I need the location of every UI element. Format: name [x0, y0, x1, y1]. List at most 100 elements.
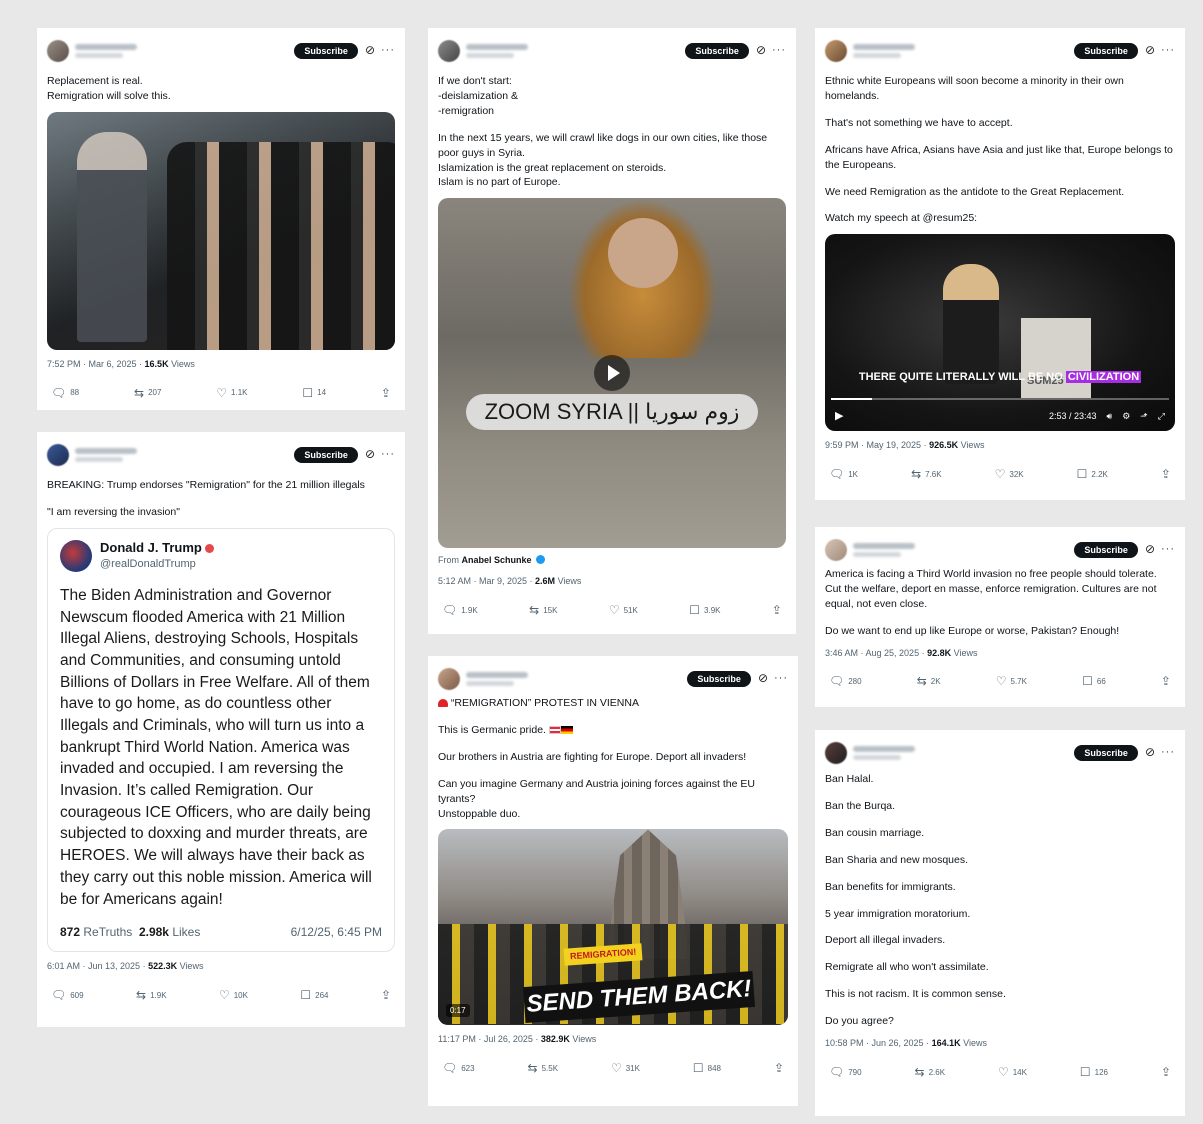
grok-icon[interactable]: ⊘ [1145, 541, 1155, 558]
quoted-truth-post[interactable]: Donald J. Trump @realDonaldTrump The Bid… [47, 527, 395, 953]
source-author[interactable]: Anabel Schunke [462, 555, 532, 565]
post-time[interactable]: 7:52 PM · Mar 6, 2025 · [47, 359, 145, 369]
repost-button[interactable]: ⇆ 2K [917, 673, 941, 690]
share-icon: ⇪ [380, 385, 391, 400]
post-video[interactable]: REMIGRATION! SEND THEM BACK! 0:17 [438, 829, 788, 1026]
reply-count: 1.9K [461, 605, 478, 615]
views-label: Views [960, 1038, 987, 1049]
reply-button[interactable]: 🗨︎ 1.9K [442, 602, 478, 619]
bookmark-button[interactable]: ☐ 66 [1082, 673, 1106, 690]
share-button[interactable]: ⇪ [772, 602, 782, 619]
bookmark-button[interactable]: ☐ 3.9K [689, 602, 720, 619]
avatar[interactable] [438, 40, 460, 62]
post-line: Can you imagine Germany and Austria join… [438, 777, 755, 820]
post-time[interactable]: 10:58 PM · Jun 26, 2025 · [825, 1038, 932, 1048]
subscribe-button[interactable]: Subscribe [1074, 542, 1138, 558]
bookmark-button[interactable]: ☐ 264 [300, 987, 328, 1004]
post-time[interactable]: 11:17 PM · Jul 26, 2025 · [438, 1034, 541, 1044]
like-button[interactable]: ♡ 1.1K [216, 385, 247, 402]
reply-button[interactable]: 🗨︎ 790 [829, 1064, 862, 1081]
post-time[interactable]: 3:46 AM · Aug 25, 2025 · [825, 648, 927, 658]
repost-button[interactable]: ⇆ 7.6K [911, 466, 942, 483]
like-button[interactable]: ♡ 14K [998, 1064, 1027, 1081]
reply-button[interactable]: 🗨︎ 280 [829, 673, 862, 690]
share-button[interactable]: ⇪ [1161, 466, 1171, 483]
share-icon: ⇪ [380, 987, 391, 1002]
repost-button[interactable]: ⇆ 207 [134, 385, 161, 402]
post-time[interactable]: 5:12 AM · Mar 9, 2025 · [438, 576, 535, 586]
subscribe-button[interactable]: Subscribe [685, 43, 749, 59]
grok-icon[interactable]: ⊘ [758, 670, 768, 687]
reply-button[interactable]: 🗨︎ 623 [442, 1060, 475, 1077]
share-button[interactable]: ⇪ [774, 1060, 784, 1077]
bookmark-button[interactable]: ☐ 2.2K [1077, 466, 1108, 483]
like-button[interactable]: ♡ 10K [219, 987, 248, 1004]
share-button[interactable]: ⇪ [381, 385, 391, 402]
share-button[interactable]: ⇪ [381, 987, 391, 1004]
reply-icon: 🗨︎ [442, 1061, 458, 1076]
more-icon[interactable]: ··· [774, 671, 788, 687]
subscribe-button[interactable]: Subscribe [294, 447, 358, 463]
more-icon[interactable]: ··· [1161, 542, 1175, 558]
subscribe-button[interactable]: Subscribe [687, 671, 751, 687]
like-button[interactable]: ♡ 5.7K [996, 673, 1027, 690]
more-icon[interactable]: ··· [1161, 745, 1175, 761]
heart-icon: ♡ [218, 987, 230, 1002]
post-video[interactable]: ZOOM SYRIA || زوم سوريا [438, 198, 786, 549]
post-time[interactable]: 9:59 PM · May 19, 2025 · [825, 440, 929, 450]
reply-button[interactable]: 🗨︎ 88 [51, 385, 79, 402]
more-icon[interactable]: ··· [381, 43, 395, 59]
grok-icon[interactable]: ⊘ [756, 42, 766, 59]
post-image[interactable] [47, 111, 395, 350]
avatar[interactable] [438, 668, 460, 690]
post-line: “REMIGRATION” PROTEST IN VIENNA [438, 696, 788, 711]
subscribe-button[interactable]: Subscribe [1074, 745, 1138, 761]
repost-button[interactable]: ⇆ 15K [529, 602, 557, 619]
like-button[interactable]: ♡ 31K [611, 1060, 640, 1077]
post-video[interactable]: SUM25 THERE QUITE LITERALLY WILL BE NO C… [825, 234, 1175, 432]
reply-button[interactable]: 🗨︎ 1K [829, 466, 858, 483]
reply-button[interactable]: 🗨︎ 609 [51, 987, 84, 1004]
subscribe-button[interactable]: Subscribe [1074, 43, 1138, 59]
view-count: 164.1K [931, 1038, 961, 1049]
settings-icon[interactable]: ⚙ [1122, 410, 1130, 423]
author-names-blurred [75, 44, 294, 58]
more-icon[interactable]: ··· [772, 43, 786, 59]
author-names-blurred [466, 44, 685, 58]
post-time[interactable]: 6:01 AM · Jun 13, 2025 · [47, 961, 148, 971]
grok-icon[interactable]: ⊘ [1145, 744, 1155, 761]
play-icon[interactable]: ▶ [835, 409, 843, 425]
post-paragraph: That's not something we have to accept. [825, 116, 1013, 129]
avatar[interactable] [47, 40, 69, 62]
like-button[interactable]: ♡ 32K [995, 466, 1024, 483]
pip-icon[interactable]: ⬏ [1140, 410, 1148, 423]
bookmark-button[interactable]: ☐ 848 [693, 1060, 721, 1077]
share-button[interactable]: ⇪ [1161, 1064, 1171, 1081]
repost-button[interactable]: ⇆ 1.9K [136, 987, 167, 1004]
video-time: 2:53 / 23:43 [1048, 410, 1097, 421]
bookmark-icon: ☐ [1079, 1064, 1091, 1079]
grok-icon[interactable]: ⊘ [1145, 42, 1155, 59]
repost-icon: ⇆ [134, 385, 145, 400]
avatar[interactable] [47, 444, 69, 466]
video-progress-bar[interactable] [831, 398, 1169, 401]
fullscreen-icon[interactable]: ⤢ [1158, 410, 1165, 423]
more-icon[interactable]: ··· [1161, 43, 1175, 59]
more-icon[interactable]: ··· [381, 447, 395, 463]
post-line: Ban the Burqa. [825, 799, 896, 812]
volume-icon[interactable]: 🔊︎ [1107, 410, 1113, 423]
like-button[interactable]: ♡ 51K [609, 602, 638, 619]
grok-icon[interactable]: ⊘ [365, 446, 375, 463]
bookmark-button[interactable]: ☐ 126 [1080, 1064, 1108, 1081]
post-line: Remigrate all who won't assimilate. [825, 961, 989, 974]
avatar[interactable] [825, 742, 847, 764]
repost-button[interactable]: ⇆ 2.6K [915, 1064, 946, 1081]
grok-icon[interactable]: ⊘ [365, 42, 375, 59]
subscribe-button[interactable]: Subscribe [294, 43, 358, 59]
avatar[interactable] [825, 40, 847, 62]
avatar[interactable] [825, 539, 847, 561]
play-icon[interactable] [594, 355, 630, 392]
bookmark-button[interactable]: ☐ 14 [302, 385, 326, 402]
repost-button[interactable]: ⇆ 5.5K [528, 1060, 559, 1077]
share-button[interactable]: ⇪ [1161, 673, 1171, 690]
